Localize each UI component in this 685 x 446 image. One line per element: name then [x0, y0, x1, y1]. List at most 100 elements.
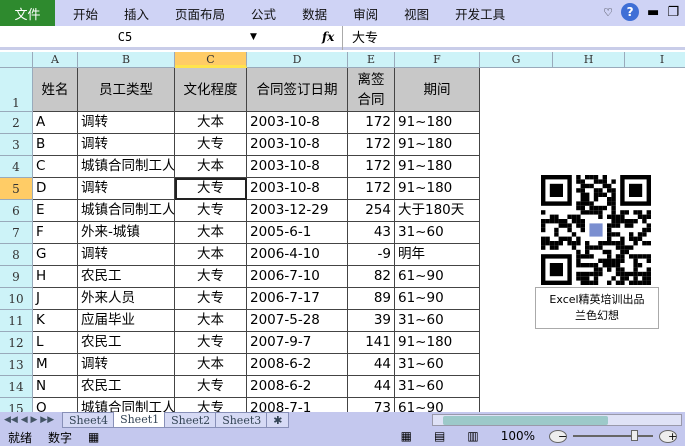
column-header-B[interactable]: B — [78, 52, 175, 68]
row-header[interactable]: 3 — [0, 134, 33, 156]
cell[interactable]: 调转 — [78, 244, 175, 266]
sheet-nav-icons[interactable]: ◀◀ ◀ ▶ ▶▶ — [0, 415, 62, 425]
page-layout-view-icon[interactable]: ▤ — [426, 429, 453, 443]
cell[interactable]: 254 — [348, 200, 395, 222]
cell[interactable]: 大本 — [175, 310, 247, 332]
row-header[interactable]: 7 — [0, 222, 33, 244]
column-header-I[interactable]: I — [625, 52, 685, 68]
cell[interactable]: 调转 — [78, 354, 175, 376]
minimize-icon[interactable]: ▬ — [647, 5, 659, 20]
cell[interactable]: 大本 — [175, 222, 247, 244]
cell[interactable]: 大专 — [175, 376, 247, 398]
sheet-tab[interactable]: Sheet1 — [113, 412, 167, 428]
ribbon-tab[interactable]: 页面布局 — [175, 4, 225, 23]
cell[interactable]: 应届毕业 — [78, 310, 175, 332]
sheet-tab[interactable]: Sheet2 — [164, 412, 218, 428]
row-header[interactable]: 10 — [0, 288, 33, 310]
cell[interactable]: 大本 — [175, 112, 247, 134]
cell[interactable]: 82 — [348, 266, 395, 288]
cell[interactable]: 农民工 — [78, 376, 175, 398]
header-cell[interactable]: 姓名 — [33, 68, 78, 112]
cell[interactable]: K — [33, 310, 78, 332]
row-header[interactable]: 13 — [0, 354, 33, 376]
cell[interactable]: 61~90 — [395, 266, 480, 288]
cell[interactable]: C — [33, 156, 78, 178]
row-header[interactable]: 6 — [0, 200, 33, 222]
cell[interactable]: 城镇合同制工人 — [78, 398, 175, 412]
insert-function-icon[interactable]: fx — [322, 30, 334, 44]
cell[interactable]: 大专 — [175, 178, 247, 200]
cell[interactable]: D — [33, 178, 78, 200]
header-cell[interactable]: 合同签订日期 — [247, 68, 348, 112]
cell[interactable]: 91~180 — [395, 156, 480, 178]
cell[interactable]: 91~180 — [395, 112, 480, 134]
cell[interactable]: 89 — [348, 288, 395, 310]
column-header-G[interactable]: G — [480, 52, 553, 68]
row-header[interactable]: 14 — [0, 376, 33, 398]
cell[interactable]: 2007-9-7 — [247, 332, 348, 354]
sheet-tab[interactable]: Sheet4 — [62, 412, 116, 428]
row-header[interactable]: 2 — [0, 112, 33, 134]
column-header-D[interactable]: D — [247, 52, 348, 68]
cell[interactable]: 61~90 — [395, 288, 480, 310]
ribbon-tab[interactable]: 审阅 — [353, 4, 378, 23]
cell[interactable]: 2003-10-8 — [247, 156, 348, 178]
cell[interactable]: 大专 — [175, 332, 247, 354]
cell[interactable]: 2003-10-8 — [247, 178, 348, 200]
cell[interactable]: 73 — [348, 398, 395, 412]
select-all-button[interactable] — [0, 52, 33, 68]
file-tab[interactable]: 文件 — [0, 0, 55, 26]
cell[interactable]: 2003-12-29 — [247, 200, 348, 222]
cell[interactable]: 调转 — [78, 134, 175, 156]
cell[interactable]: 2003-10-8 — [247, 112, 348, 134]
cell[interactable]: 大专 — [175, 266, 247, 288]
cell[interactable]: N — [33, 376, 78, 398]
cell[interactable]: G — [33, 244, 78, 266]
ribbon-tab[interactable]: 开发工具 — [455, 4, 505, 23]
cell[interactable]: L — [33, 332, 78, 354]
cell[interactable]: 明年 — [395, 244, 480, 266]
cell[interactable]: 外来人员 — [78, 288, 175, 310]
cell[interactable]: 43 — [348, 222, 395, 244]
name-box[interactable]: C5 — [0, 30, 250, 44]
row-header[interactable]: 15 — [0, 398, 33, 412]
cell[interactable]: 2008-6-2 — [247, 354, 348, 376]
cell[interactable]: M — [33, 354, 78, 376]
row-header-1[interactable]: 1 — [0, 68, 33, 112]
cell[interactable]: 农民工 — [78, 266, 175, 288]
ribbon-tab[interactable]: 视图 — [404, 4, 429, 23]
cell[interactable]: 大于180天 — [395, 200, 480, 222]
column-header-F[interactable]: F — [395, 52, 480, 68]
ribbon-tab[interactable]: 数据 — [302, 4, 327, 23]
help-icon[interactable]: ? — [621, 3, 640, 21]
cell[interactable]: 172 — [348, 178, 395, 200]
cell[interactable]: 农民工 — [78, 332, 175, 354]
cell[interactable]: 91~180 — [395, 332, 480, 354]
row-header[interactable]: 12 — [0, 332, 33, 354]
cell[interactable]: 大本 — [175, 244, 247, 266]
row-header[interactable]: 8 — [0, 244, 33, 266]
cell[interactable]: 2007-5-28 — [247, 310, 348, 332]
cell[interactable]: 172 — [348, 156, 395, 178]
cell[interactable]: 城镇合同制工人 — [78, 156, 175, 178]
cell[interactable]: A — [33, 112, 78, 134]
cell[interactable]: 2008-6-2 — [247, 376, 348, 398]
cell[interactable]: 2006-7-17 — [247, 288, 348, 310]
restore-icon[interactable]: ❐ — [667, 5, 679, 20]
cell[interactable]: 141 — [348, 332, 395, 354]
horizontal-scrollbar[interactable] — [432, 414, 682, 426]
cell[interactable]: O — [33, 398, 78, 412]
sheet-tab[interactable]: Sheet3 — [215, 412, 269, 428]
normal-view-icon[interactable]: ▦ — [393, 429, 420, 443]
cell[interactable]: 2006-7-10 — [247, 266, 348, 288]
header-cell[interactable]: 文化程度 — [175, 68, 247, 112]
cell[interactable]: 2006-4-10 — [247, 244, 348, 266]
cell[interactable]: 31~60 — [395, 222, 480, 244]
cell[interactable]: 31~60 — [395, 354, 480, 376]
cell[interactable]: B — [33, 134, 78, 156]
ribbon-tab[interactable]: 公式 — [251, 4, 276, 23]
header-cell[interactable]: 员工类型 — [78, 68, 175, 112]
cell[interactable]: 2008-7-1 — [247, 398, 348, 412]
cell[interactable]: 大专 — [175, 200, 247, 222]
scroll-thumb[interactable] — [443, 416, 608, 425]
